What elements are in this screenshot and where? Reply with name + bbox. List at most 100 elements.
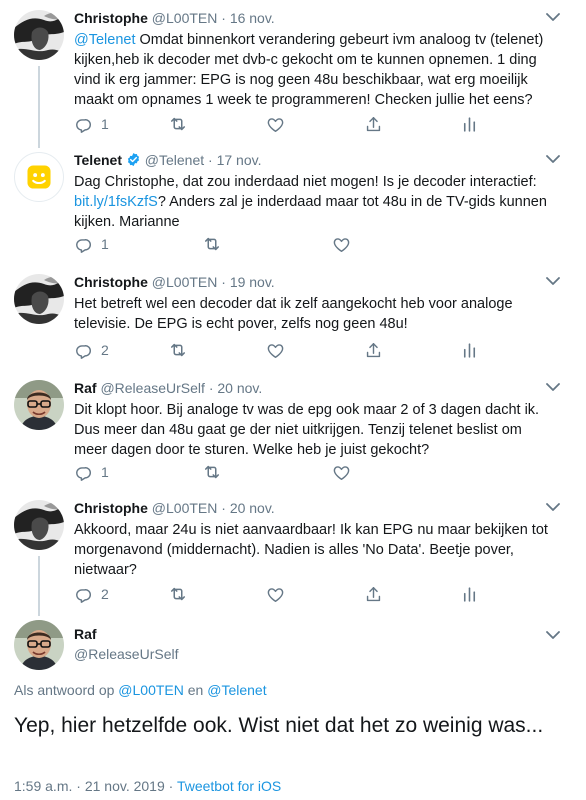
tweet-header: Telenet @Telenet · 17 nov.: [74, 152, 261, 168]
tweet-3[interactable]: Christophe @L00TEN · 19 nov. Het betreft…: [0, 272, 586, 370]
avatar[interactable]: [14, 620, 64, 670]
like-button[interactable]: [332, 234, 351, 254]
tweet-text: Dit klopt hoor. Bij analoge tv was de ep…: [74, 402, 540, 458]
tweet-actions: 2: [74, 584, 494, 604]
tweet-date[interactable]: 19 nov.: [230, 274, 275, 290]
verified-badge-icon: [127, 152, 139, 167]
tweet-actions: 1: [74, 114, 494, 134]
username[interactable]: @L00TEN: [152, 274, 218, 290]
share-button[interactable]: [364, 340, 383, 360]
retweet-button[interactable]: [202, 462, 222, 482]
separator: ·: [208, 380, 214, 396]
retweet-icon: [202, 234, 222, 254]
tweet-date[interactable]: 17 nov.: [217, 152, 262, 168]
tweet-text: Dag Christophe, dat zou inderdaad niet m…: [74, 172, 554, 232]
mention-link[interactable]: @Telenet: [207, 682, 266, 698]
bar-chart-icon: [460, 115, 479, 134]
main-tweet: Raf @ReleaseUrSelf Als antwoord op @L00T…: [0, 618, 586, 800]
username[interactable]: @L00TEN: [152, 500, 218, 516]
retweet-button[interactable]: [202, 234, 222, 254]
chevron-down-icon[interactable]: [546, 276, 560, 286]
username[interactable]: @L00TEN: [152, 10, 218, 26]
heart-icon: [266, 341, 285, 360]
mention-link[interactable]: @L00TEN: [118, 682, 184, 698]
retweet-button[interactable]: [168, 584, 188, 604]
thread-line: [38, 556, 40, 616]
share-button[interactable]: [364, 114, 383, 134]
retweet-button[interactable]: [168, 114, 188, 134]
reply-button[interactable]: 2: [74, 584, 109, 604]
username[interactable]: @ReleaseUrSelf: [100, 380, 204, 396]
chevron-down-icon[interactable]: [546, 154, 560, 164]
separator: ·: [76, 778, 81, 794]
heart-icon: [266, 115, 285, 134]
reply-icon: [74, 235, 93, 254]
reply-button[interactable]: 1: [74, 234, 109, 254]
tweet-full-date[interactable]: 21 nov. 2019: [85, 778, 165, 794]
chevron-down-icon[interactable]: [546, 502, 560, 512]
display-name[interactable]: Telenet: [74, 152, 122, 168]
reply-icon: [74, 463, 93, 482]
tweet-2[interactable]: Telenet @Telenet · 17 nov. Dag Christoph…: [0, 150, 586, 268]
reply-button[interactable]: 1: [74, 462, 109, 482]
tweet-actions: 2: [74, 340, 494, 360]
source-link[interactable]: Tweetbot for iOS: [177, 778, 281, 794]
tweet-date[interactable]: 16 nov.: [230, 10, 275, 26]
url-link[interactable]: bit.ly/1fsKzfS: [74, 194, 158, 210]
reply-button[interactable]: 2: [74, 340, 109, 360]
display-name[interactable]: Raf: [74, 380, 97, 396]
analytics-button[interactable]: [460, 114, 479, 134]
reply-button[interactable]: 1: [74, 114, 109, 134]
username[interactable]: @Telenet: [145, 152, 204, 168]
tweet-date[interactable]: 20 nov.: [230, 500, 275, 516]
separator: ·: [221, 274, 226, 290]
share-icon: [364, 115, 383, 134]
display-name[interactable]: Christophe: [74, 10, 148, 26]
analytics-button[interactable]: [460, 584, 479, 604]
share-icon: [364, 341, 383, 360]
reply-count: 1: [101, 464, 109, 480]
username[interactable]: @ReleaseUrSelf: [74, 646, 178, 662]
tweet-body: Omdat binnenkort verandering gebeurt ivm…: [74, 32, 544, 108]
avatar-image: [14, 620, 64, 670]
avatar[interactable]: [14, 500, 64, 550]
reply-context: Als antwoord op @L00TEN en @Telenet: [14, 682, 267, 698]
like-button[interactable]: [266, 114, 285, 134]
heart-icon: [332, 463, 351, 482]
reply-to-and: en: [187, 682, 204, 698]
avatar[interactable]: [14, 10, 64, 60]
mention-link[interactable]: @Telenet: [74, 32, 135, 48]
avatar[interactable]: [14, 152, 64, 202]
reply-count: 1: [101, 116, 109, 132]
display-name[interactable]: Raf: [74, 626, 178, 642]
like-button[interactable]: [266, 340, 285, 360]
tweet-5[interactable]: Christophe @L00TEN · 20 nov. Akkoord, ma…: [0, 498, 586, 616]
tweet-4[interactable]: Raf @ReleaseUrSelf · 20 nov. Dit klopt h…: [0, 378, 586, 486]
chevron-down-icon[interactable]: [546, 12, 560, 22]
tweet-header: Christophe @L00TEN · 16 nov.: [74, 10, 275, 26]
separator: ·: [208, 152, 213, 168]
share-button[interactable]: [364, 584, 383, 604]
display-name[interactable]: Christophe: [74, 500, 148, 516]
avatar[interactable]: [14, 380, 64, 430]
share-icon: [364, 585, 383, 604]
like-button[interactable]: [332, 462, 351, 482]
chevron-down-icon[interactable]: [546, 382, 560, 392]
like-button[interactable]: [266, 584, 285, 604]
retweet-icon: [168, 340, 188, 360]
tweet-time[interactable]: 1:59 a.m.: [14, 778, 72, 794]
main-tweet-text: Yep, hier hetzelfde ook. Wist niet dat h…: [14, 714, 544, 737]
tweet-actions: 1: [74, 234, 394, 254]
avatar-image: [14, 380, 64, 430]
main-tweet-header: Raf @ReleaseUrSelf: [74, 626, 178, 662]
tweet-date[interactable]: 20 nov.: [217, 380, 262, 396]
retweet-button[interactable]: [168, 340, 188, 360]
avatar-image: [14, 500, 64, 550]
tweet-1[interactable]: Christophe @L00TEN · 16 nov. @Telenet Om…: [0, 8, 586, 148]
avatar[interactable]: [14, 274, 64, 324]
chevron-down-icon[interactable]: [546, 630, 560, 640]
bar-chart-icon: [460, 585, 479, 604]
display-name[interactable]: Christophe: [74, 274, 148, 290]
analytics-button[interactable]: [460, 340, 479, 360]
tweet-text: Het betreft wel een decoder dat ik zelf …: [74, 296, 513, 332]
